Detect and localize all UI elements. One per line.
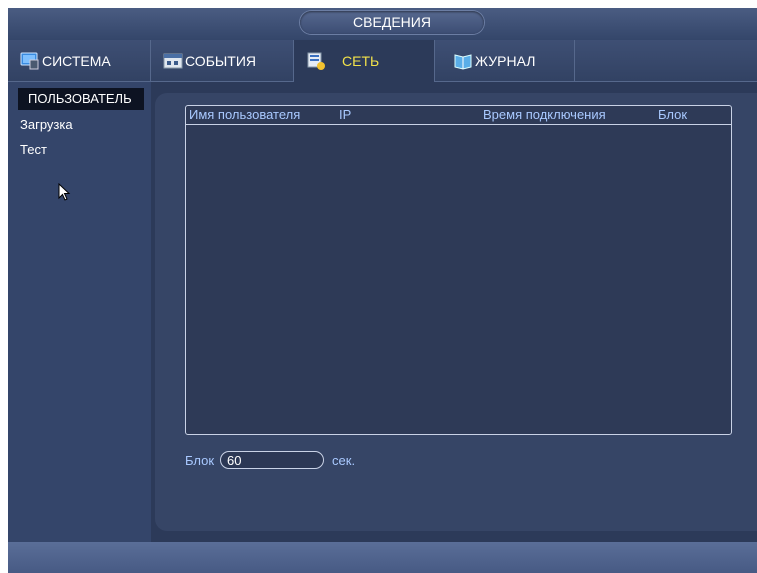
window-title: СВЕДЕНИЯ bbox=[300, 11, 484, 34]
tab-system-label: СИСТЕМА bbox=[42, 52, 111, 69]
bottom-bar bbox=[8, 542, 757, 573]
events-icon bbox=[163, 51, 183, 71]
mouse-pointer-icon bbox=[58, 182, 72, 208]
tab-network[interactable]: СЕТЬ bbox=[294, 40, 435, 82]
sidebar-item-test[interactable]: Тест bbox=[20, 139, 47, 161]
title-bar: СВЕДЕНИЯ bbox=[8, 8, 757, 40]
app-window: СВЕДЕНИЯ СИСТЕМА СОБЫТИЯ СЕТЬ ЖУРНАЛ ПОЛ… bbox=[8, 8, 757, 573]
sidebar-item-users[interactable]: ПОЛЬЗОВАТЕЛЬ bbox=[18, 88, 144, 110]
column-header-block: Блок bbox=[658, 107, 688, 122]
block-duration-unit: сек. bbox=[332, 452, 356, 468]
block-duration-row: Блок 60 сек. bbox=[185, 449, 355, 471]
tab-log[interactable]: ЖУРНАЛ bbox=[435, 40, 575, 81]
sidebar-item-load[interactable]: Загрузка bbox=[20, 114, 73, 136]
block-duration-input[interactable]: 60 bbox=[220, 451, 325, 469]
tab-events-label: СОБЫТИЯ bbox=[185, 52, 256, 69]
tab-log-label: ЖУРНАЛ bbox=[475, 52, 536, 69]
online-users-table: Имя пользователя IP Время подключения Бл… bbox=[185, 105, 732, 435]
tab-network-label: СЕТЬ bbox=[342, 53, 380, 69]
network-info-icon bbox=[306, 51, 326, 71]
monitor-icon bbox=[20, 51, 40, 71]
tab-events[interactable]: СОБЫТИЯ bbox=[151, 40, 294, 81]
column-header-connect-time: Время подключения bbox=[483, 107, 606, 122]
table-header: Имя пользователя IP Время подключения Бл… bbox=[186, 106, 731, 125]
online-users-panel: Имя пользователя IP Время подключения Бл… bbox=[155, 93, 757, 531]
tab-system[interactable]: СИСТЕМА bbox=[8, 40, 151, 81]
main-tab-strip: СИСТЕМА СОБЫТИЯ СЕТЬ ЖУРНАЛ bbox=[8, 40, 757, 82]
sidebar: ПОЛЬЗОВАТЕЛЬ Загрузка Тест bbox=[8, 82, 151, 542]
log-book-icon bbox=[453, 51, 473, 71]
column-header-username: Имя пользователя bbox=[189, 107, 301, 122]
column-header-ip: IP bbox=[339, 107, 352, 122]
block-duration-label: Блок bbox=[185, 452, 215, 468]
